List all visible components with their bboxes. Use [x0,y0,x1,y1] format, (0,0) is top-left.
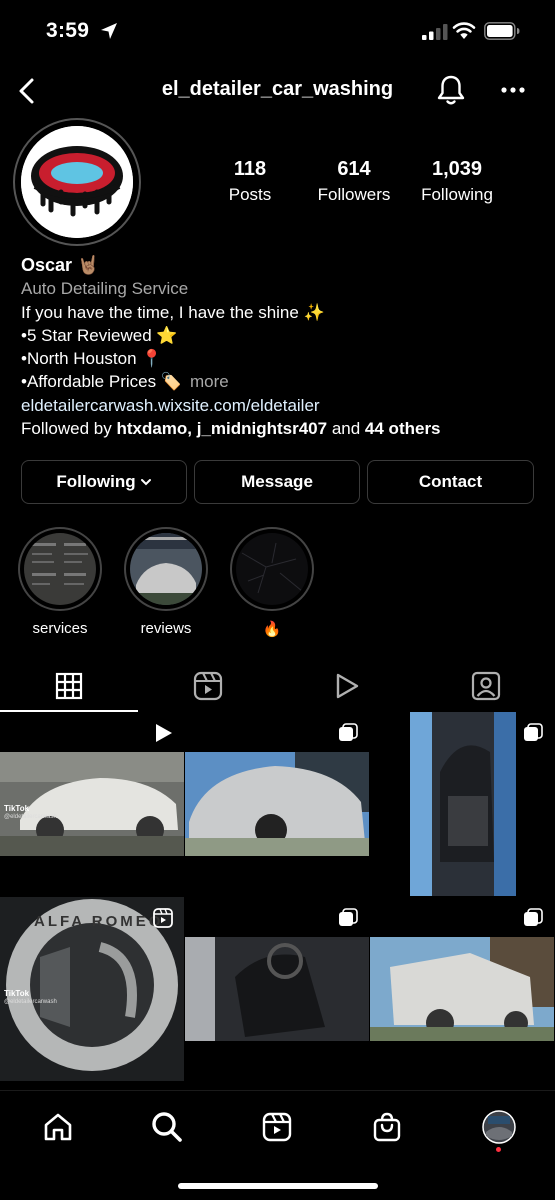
followed-by-and: and [327,419,365,439]
chevron-down-icon [140,479,151,486]
profile-category: Auto Detailing Service [21,279,189,299]
stat-followers-label: Followers [317,185,391,204]
more-options-icon[interactable] [498,78,528,102]
nav-search[interactable] [149,1109,185,1145]
posts-grid: TikTok @eldetailercarwash ALFA ROMEO Tik… [0,712,555,1097]
profile-header: el_detailer_car_washing [0,70,555,110]
reels-icon [193,671,223,701]
following-button-label: Following [56,472,136,491]
nav-reels[interactable] [259,1109,295,1145]
highlight-ring [18,527,102,611]
grid-post[interactable] [185,897,369,1081]
stat-followers-count: 614 [337,158,371,180]
grid-icon [55,672,83,700]
highlight-fire[interactable]: 🔥 [230,527,314,638]
tiktok-watermark-handle: @eldetailercarwash [4,814,57,820]
carousel-icon [524,723,543,741]
bio-line: If you have the time, I have the shine ✨ [21,302,325,322]
highlight-label: reviews [140,620,192,637]
stat-following-count: 1,039 [431,158,483,180]
bio-line-with-more: •Affordable Prices 🏷️ more [21,370,541,393]
stat-posts[interactable]: 118 Posts [195,158,305,205]
grid-post[interactable]: ALFA ROMEO TikTok @eldetailercarwash [0,897,184,1081]
play-icon [336,673,359,699]
highlight-label: 🔥 [262,621,282,638]
cellular-signal-icon [422,24,448,40]
highlight-reviews[interactable]: reviews [124,527,208,637]
profile-avatar-icon [482,1110,516,1144]
battery-icon [484,22,520,40]
highlight-ring [124,527,208,611]
profile-display-name: Oscar 🤘🏽 [21,255,100,275]
profile-actions: Following Message Contact [21,460,534,504]
stat-following-label: Following [421,185,493,204]
message-button[interactable]: Message [194,460,360,504]
profile-tabs [0,660,555,712]
tab-posts-grid[interactable] [0,660,138,712]
home-icon [44,1113,72,1141]
alfa-romeo-logo-text: ALFA ROMEO [34,913,164,930]
highlight-label: services [32,620,88,637]
reel-icon [153,908,173,928]
stat-posts-count: 118 [233,158,267,180]
contact-button[interactable]: Contact [367,460,534,504]
tab-reels[interactable] [139,660,277,712]
followed-by-others: 44 others [364,419,441,439]
tiktok-watermark: TikTok [4,989,30,998]
shopping-bag-icon [373,1112,401,1142]
bio-line: •5 Star Reviewed ⭐️ [21,325,178,345]
bio-line: •North Houston 📍 [21,349,163,369]
grid-post[interactable] [370,712,554,896]
profile-username: el_detailer_car_washing [161,78,394,100]
reels-icon [262,1112,292,1142]
tiktok-watermark-handle: @eldetailercarwash [4,999,57,1005]
grid-post[interactable] [370,897,554,1081]
video-play-icon [156,724,172,742]
carousel-icon [524,908,543,926]
stat-posts-label: Posts [228,185,272,204]
tab-videos[interactable] [278,660,416,712]
highlight-services[interactable]: services [18,527,102,637]
location-arrow-icon [101,23,117,39]
stat-followers[interactable]: 614 Followers [299,158,409,205]
highlight-cover-image [130,533,202,605]
carousel-icon [339,908,358,926]
highlight-cover-image [236,533,308,605]
profile-bio: Oscar 🤘🏽 Auto Detailing Service If you h… [21,254,541,440]
avatar-logo-image [21,126,133,238]
followed-by-users: htxdamo, j_midnightsr407 [116,419,328,439]
nav-home[interactable] [40,1109,76,1145]
tagged-person-icon [471,671,501,701]
followed-by-prefix: Followed by [21,419,117,439]
wifi-icon [452,22,476,39]
home-indicator[interactable] [178,1183,378,1189]
highlight-ring [230,527,314,611]
bio-website-link[interactable]: eldetailercarwash.wixsite.com/eldetailer [21,394,541,417]
status-bar: 3:59 [0,0,555,62]
nav-shop[interactable] [369,1109,405,1145]
carousel-icon [339,723,358,741]
tiktok-watermark: TikTok [4,804,30,813]
grid-post[interactable]: TikTok @eldetailercarwash [0,712,184,896]
profile-avatar[interactable] [13,118,141,246]
tab-tagged[interactable] [417,660,555,712]
status-time: 3:59 [46,19,90,42]
notification-dot [496,1147,501,1152]
stat-following[interactable]: 1,039 Following [402,158,512,205]
highlight-cover-image [24,533,96,605]
nav-profile[interactable] [481,1109,517,1145]
followed-by[interactable]: Followed by htxdamo, j_midnightsr407 and… [21,417,541,440]
bio-more-link[interactable]: more [190,372,229,391]
following-button[interactable]: Following [21,460,187,504]
profile-stats: 118 Posts 614 Followers 1,039 Following [200,158,520,208]
bio-line: •Affordable Prices 🏷️ [21,372,182,392]
search-icon [152,1112,182,1142]
grid-post[interactable] [185,712,369,896]
notification-bell-icon[interactable] [435,73,467,107]
